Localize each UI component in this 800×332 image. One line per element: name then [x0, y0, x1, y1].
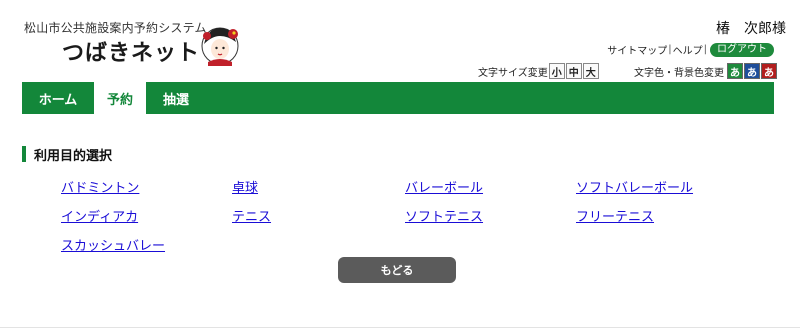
font-size-controls: 文字サイズ変更 小 中 大	[478, 63, 599, 79]
purpose-link-squash-volley[interactable]: スカッシュバレー	[61, 236, 232, 257]
color-scheme-blue-button[interactable]: あ	[744, 63, 760, 79]
main-navbar: ホーム 予約 抽選	[22, 82, 774, 114]
utility-links: サイトマップ | ヘルプ | ログアウト	[607, 42, 774, 57]
purpose-list: バドミントン 卓球 バレーボール ソフトバレーボール インディアカ テニス ソフ…	[61, 178, 736, 257]
back-button[interactable]: もどる	[338, 257, 456, 283]
purpose-link-badminton[interactable]: バドミントン	[61, 178, 232, 199]
tab-reservation[interactable]: 予約	[94, 82, 146, 114]
util-separator: |	[668, 44, 672, 55]
color-scheme-red-button[interactable]: あ	[761, 63, 777, 79]
font-size-small-button[interactable]: 小	[548, 63, 565, 79]
site-header: 松山市公共施設案内予約システム つばきネット 椿 次郎様 サイトマップ | ヘル…	[0, 0, 800, 82]
purpose-link-table-tennis[interactable]: 卓球	[232, 178, 405, 199]
color-scheme-controls: 文字色・背景色変更 あ あ あ	[634, 63, 777, 79]
font-size-medium-button[interactable]: 中	[565, 63, 582, 79]
color-scheme-green-button[interactable]: あ	[727, 63, 743, 79]
tab-home[interactable]: ホーム	[22, 82, 94, 114]
logo-title[interactable]: つばきネット	[62, 35, 200, 67]
font-size-large-button[interactable]: 大	[582, 63, 599, 79]
purpose-link-soft-tennis[interactable]: ソフトテニス	[405, 207, 576, 228]
util-separator: |	[703, 44, 707, 55]
purpose-link-volleyball[interactable]: バレーボール	[405, 178, 576, 199]
user-name: 椿 次郎様	[716, 21, 786, 37]
tab-lottery[interactable]: 抽選	[146, 82, 206, 114]
sitemap-link[interactable]: サイトマップ	[607, 42, 667, 57]
mascot-logo-icon	[201, 27, 239, 66]
color-scheme-label: 文字色・背景色変更	[634, 67, 724, 79]
logo-subtitle: 松山市公共施設案内予約システム	[24, 21, 207, 35]
purpose-link-indiaca[interactable]: インディアカ	[61, 207, 232, 228]
section-heading-bar	[22, 146, 26, 162]
font-size-label: 文字サイズ変更	[478, 67, 548, 79]
purpose-link-free-tennis[interactable]: フリーテニス	[576, 207, 736, 228]
purpose-link-tennis[interactable]: テニス	[232, 207, 405, 228]
section-heading-label: 利用目的選択	[34, 148, 113, 164]
footer-divider	[0, 327, 800, 328]
purpose-link-soft-volleyball[interactable]: ソフトバレーボール	[576, 178, 736, 199]
section-heading: 利用目的選択	[22, 146, 113, 164]
logout-button[interactable]: ログアウト	[710, 42, 774, 57]
help-link[interactable]: ヘルプ	[673, 42, 703, 57]
